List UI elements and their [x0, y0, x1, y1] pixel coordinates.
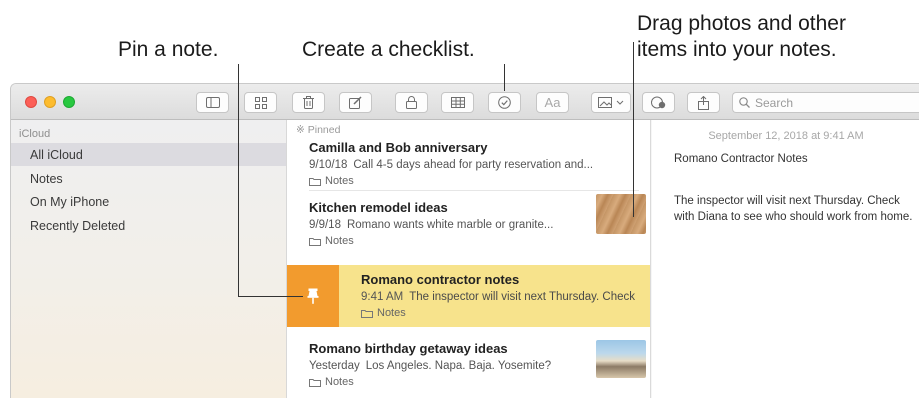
- chevron-down-icon: [616, 100, 624, 105]
- gallery-view-button[interactable]: [244, 92, 277, 113]
- sidebar-item-all-icloud[interactable]: All iCloud: [11, 143, 286, 166]
- note-folder-label: Notes: [325, 376, 354, 388]
- collaborate-button[interactable]: [642, 92, 675, 113]
- note-preview: Yesterday Los Angeles. Napa. Baja. Yosemi…: [309, 360, 551, 372]
- note-folder: Notes: [361, 307, 406, 319]
- toolbar: Aa Search: [11, 84, 919, 120]
- note-title: Romano contractor notes: [361, 272, 520, 287]
- note-preview: 9:41 AM The inspector will visit next Thu…: [361, 291, 635, 303]
- note-title: Camilla and Bob anniversary: [309, 140, 488, 155]
- note-title: Kitchen remodel ideas: [309, 200, 448, 215]
- wood-floor-thumbnail: [596, 194, 646, 234]
- note-snippet: The inspector will visit next Thursday. …: [409, 291, 636, 303]
- callout-drag-photos-line1: Drag photos and other: [637, 12, 846, 35]
- compose-icon: [349, 96, 362, 109]
- insert-table-button[interactable]: [441, 92, 474, 113]
- delete-note-button[interactable]: [292, 92, 325, 113]
- lock-icon: [406, 96, 417, 109]
- media-icon: [598, 97, 612, 108]
- note-folder: Notes: [309, 376, 354, 388]
- trash-icon: [303, 96, 314, 109]
- note-detail-date: September 12, 2018 at 9:41 AM: [708, 130, 864, 142]
- checklist-button[interactable]: [488, 92, 521, 113]
- search-input[interactable]: Search: [732, 92, 919, 113]
- note-detail-title: Romano Contractor Notes: [674, 153, 808, 165]
- lock-note-button[interactable]: [395, 92, 428, 113]
- folder-icon: [309, 237, 321, 246]
- note-preview: 9/10/18 Call 4-5 days ahead for party res…: [309, 159, 593, 171]
- pin-small-icon: ※: [296, 124, 305, 136]
- pinned-section-header: ※ Pinned: [296, 124, 340, 136]
- note-folder-label: Notes: [325, 175, 354, 187]
- share-button[interactable]: [687, 92, 720, 113]
- sidebar-toggle-icon: [205, 97, 220, 108]
- format-button[interactable]: Aa: [536, 92, 569, 113]
- sidebar-item-label: All iCloud: [30, 147, 83, 162]
- share-icon: [698, 95, 709, 110]
- callout-drag-photos-line2: items into your notes.: [637, 38, 837, 61]
- collaborate-icon: [651, 96, 666, 109]
- sidebar-item-label: Recently Deleted: [30, 218, 126, 233]
- sidebar-toggle-button[interactable]: [196, 92, 229, 113]
- note-snippet: Call 4-5 days ahead for party reservatio…: [353, 159, 594, 171]
- zoom-window-button[interactable]: [63, 96, 75, 108]
- callout-pin-note: Pin a note.: [118, 38, 219, 61]
- sidebar-account-header: iCloud: [19, 128, 51, 140]
- note-snippet: Los Angeles. Napa. Baja. Yosemite?: [365, 360, 552, 372]
- note-date: 9/9/18: [309, 219, 341, 231]
- callout-pin-line-vertical: [238, 64, 239, 296]
- search-placeholder: Search: [755, 95, 794, 110]
- minimize-window-button[interactable]: [44, 96, 56, 108]
- note-date: 9/10/18: [309, 159, 348, 171]
- note-folder-label: Notes: [377, 307, 406, 319]
- note-list-item[interactable]: Kitchen remodel ideas 9/9/18 Romano wants…: [287, 194, 650, 260]
- folder-icon: [309, 378, 321, 387]
- note-preview: 9/9/18 Romano wants white marble or grani…: [309, 219, 553, 231]
- callout-drag-line: [633, 42, 634, 217]
- sidebar-item-on-my-iphone[interactable]: On My iPhone: [11, 190, 286, 213]
- note-folder: Notes: [309, 235, 354, 247]
- format-icon: Aa: [544, 95, 561, 110]
- folder-icon: [309, 177, 321, 186]
- notes-list: ※ Pinned Camilla and Bob anniversary 9/1…: [287, 120, 651, 398]
- notes-window: Aa Search iCloud All iCloud Notes On My …: [10, 83, 919, 398]
- sidebar-item-label: On My iPhone: [30, 194, 110, 209]
- note-list-item[interactable]: Romano birthday getaway ideas Yesterday L…: [287, 339, 650, 397]
- checklist-icon: [498, 96, 511, 109]
- note-date: Yesterday: [309, 360, 360, 372]
- search-icon: [739, 97, 750, 108]
- note-snippet: Romano wants white marble or granite...: [346, 219, 554, 231]
- note-title: Romano birthday getaway ideas: [309, 341, 508, 356]
- add-media-button[interactable]: [591, 92, 631, 113]
- callout-checklist-line: [504, 64, 505, 91]
- sidebar-item-label: Notes: [30, 171, 63, 186]
- note-date: 9:41 AM: [361, 291, 404, 303]
- folder-icon: [361, 309, 373, 318]
- note-list-item[interactable]: Camilla and Bob anniversary 9/10/18 Call …: [287, 138, 650, 188]
- note-folder-label: Notes: [325, 235, 354, 247]
- callout-pin-line-horizontal: [238, 296, 303, 297]
- callout-create-checklist: Create a checklist.: [302, 38, 475, 61]
- sidebar-item-notes[interactable]: Notes: [11, 167, 286, 190]
- sidebar: iCloud All iCloud Notes On My iPhone Rec…: [11, 120, 287, 398]
- pinned-label: Pinned: [307, 124, 341, 136]
- note-folder: Notes: [309, 175, 354, 187]
- gallery-icon: [254, 96, 267, 109]
- close-window-button[interactable]: [25, 96, 37, 108]
- note-list-item-selected[interactable]: Romano contractor notes 9:41 AM The inspe…: [287, 265, 650, 327]
- beach-photo-thumbnail: [596, 340, 646, 378]
- note-detail-body: The inspector will visit next Thursday. …: [674, 195, 913, 223]
- note-detail[interactable]: September 12, 2018 at 9:41 AM Romano Con…: [652, 120, 919, 398]
- sidebar-item-recently-deleted[interactable]: Recently Deleted: [11, 214, 286, 237]
- table-icon: [450, 97, 465, 108]
- pin-icon: [307, 288, 319, 304]
- compose-note-button[interactable]: [339, 92, 372, 113]
- note-divider: [309, 190, 639, 191]
